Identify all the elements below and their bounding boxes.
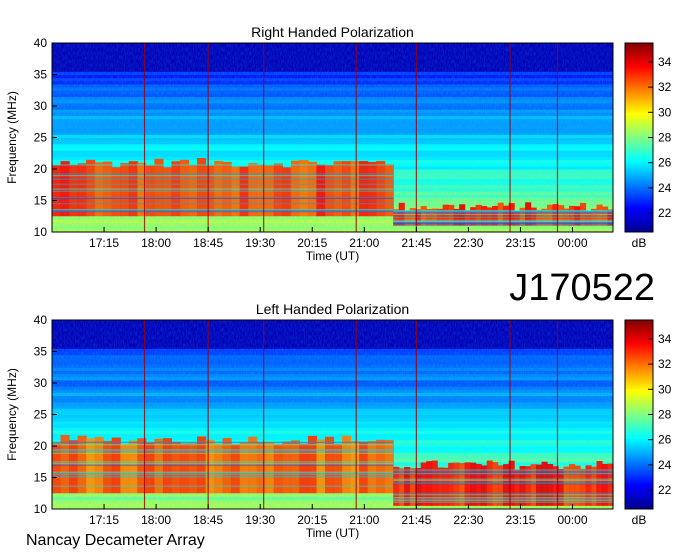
x-tick-label: 20:15 (297, 513, 327, 527)
x-tick-label: 00:00 (557, 236, 587, 250)
x-tick-label: 22:30 (453, 513, 483, 527)
colorbar-tick-label: 24 (658, 181, 672, 195)
x-tick-label: 19:30 (245, 513, 275, 527)
y-tick-label: 20 (34, 162, 48, 176)
colorbar-tick-label: 22 (658, 483, 672, 497)
x-tick-label: 21:45 (401, 236, 431, 250)
x-axis-label: Time (UT) (306, 526, 360, 540)
colorbar-tick-label: 26 (658, 433, 672, 447)
x-tick-label: 23:15 (505, 236, 535, 250)
y-tick-label: 40 (34, 313, 48, 327)
colorbar-tick-label: 34 (658, 55, 672, 69)
colorbar-tick-label: 30 (658, 105, 672, 119)
panel-title: Right Handed Polarization (251, 24, 414, 40)
colorbar-label: dB (632, 513, 647, 527)
y-axis-label: Frequency (MHz) (5, 368, 19, 461)
x-tick-label: 18:45 (193, 236, 223, 250)
x-tick-label: 20:15 (297, 236, 327, 250)
y-tick-label: 25 (34, 131, 48, 145)
x-tick-label: 21:00 (349, 513, 379, 527)
panel-title: Left Handed Polarization (256, 301, 409, 317)
colorbar-label: dB (632, 236, 647, 250)
x-tick-label: 21:00 (349, 236, 379, 250)
colorbar-tick-label: 22 (658, 206, 672, 220)
colorbar-tick-label: 34 (658, 332, 672, 346)
colorbar-tick-label: 32 (658, 357, 672, 371)
colorbar-tick-label: 26 (658, 156, 672, 170)
y-tick-label: 20 (34, 439, 48, 453)
emission-band (52, 158, 394, 217)
x-tick-label: 19:30 (245, 236, 275, 250)
observatory-label: Nancay Decameter Array (26, 532, 205, 549)
y-tick-label: 35 (34, 345, 48, 359)
y-tick-label: 10 (34, 225, 48, 239)
x-tick-label: 17:15 (89, 513, 119, 527)
emission-band (52, 435, 394, 494)
x-axis-label: Time (UT) (306, 249, 360, 263)
y-tick-label: 15 (34, 471, 48, 485)
emission-band (393, 460, 614, 506)
colorbar-tick-label: 30 (658, 382, 672, 396)
observation-id-label: J170522 (509, 267, 655, 309)
y-tick-label: 35 (34, 68, 48, 82)
colorbar-tick-label: 32 (658, 80, 672, 94)
x-tick-label: 23:15 (505, 513, 535, 527)
y-tick-label: 40 (34, 36, 48, 50)
y-tick-label: 25 (34, 408, 48, 422)
colorbar-tick-label: 28 (658, 131, 672, 145)
x-tick-label: 18:45 (193, 513, 223, 527)
dynamic-spectrum-figure: Right Handed Polarization 17:15 18:00 18:45… (5, 24, 672, 549)
y-tick-label: 30 (34, 376, 48, 390)
y-tick-label: 15 (34, 194, 48, 208)
colorbar-tick-label: 24 (658, 458, 672, 472)
right-polarization-panel: Right Handed Polarization 17:15 18:00 18:45… (5, 24, 672, 263)
x-tick-label: 21:45 (401, 513, 431, 527)
x-tick-label: 22:30 (453, 236, 483, 250)
y-axis-label: Frequency (MHz) (5, 91, 19, 184)
y-tick-label: 30 (34, 99, 48, 113)
left-polarization-panel: Left Handed Polarization 17:15 18:00 18:45 1… (5, 301, 672, 540)
colorbar-tick-label: 28 (658, 408, 672, 422)
x-tick-label: 18:00 (141, 513, 171, 527)
x-tick-label: 18:00 (141, 236, 171, 250)
y-tick-label: 10 (34, 502, 48, 516)
x-tick-label: 17:15 (89, 236, 119, 250)
x-tick-label: 00:00 (557, 513, 587, 527)
